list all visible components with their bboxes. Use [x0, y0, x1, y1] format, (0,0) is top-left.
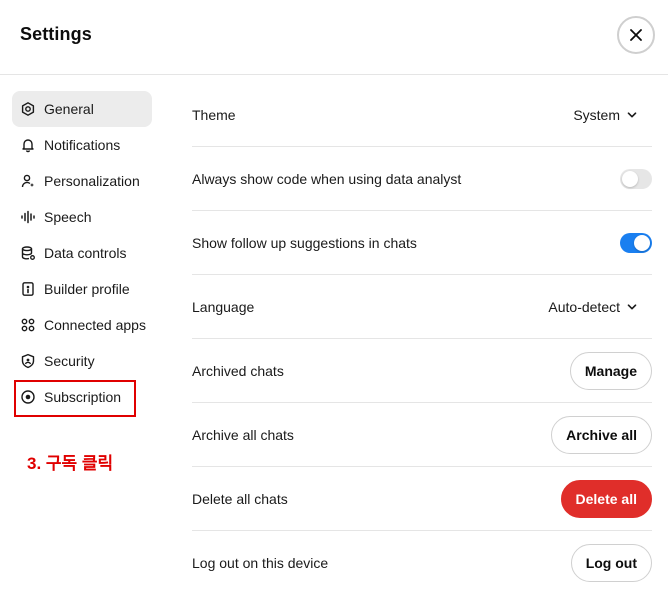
- sidebar-item-label: Subscription: [44, 389, 122, 405]
- sidebar-item-connected-apps[interactable]: Connected apps: [12, 307, 152, 343]
- archived-chats-row: Archived chats Manage: [192, 339, 652, 403]
- archive-all-label: Archive all chats: [192, 426, 294, 443]
- close-button[interactable]: [617, 16, 655, 54]
- database-icon: [20, 245, 36, 261]
- sidebar-item-label: Data controls: [44, 245, 127, 261]
- sidebar-item-general[interactable]: General: [12, 91, 152, 127]
- archive-all-button[interactable]: Archive all: [551, 415, 652, 454]
- theme-row: Theme System: [192, 83, 652, 147]
- bell-icon: [20, 137, 36, 153]
- language-value: Auto-detect: [548, 298, 620, 315]
- sidebar-item-label: Connected apps: [44, 317, 146, 333]
- delete-all-button[interactable]: Delete all: [560, 479, 652, 518]
- delete-all-row: Delete all chats Delete all: [192, 467, 652, 531]
- sidebar-item-subscription[interactable]: Subscription: [12, 379, 152, 415]
- toggle-knob: [634, 234, 650, 251]
- show-code-label: Always show code when using data analyst: [192, 170, 462, 187]
- page-title: Settings: [20, 24, 92, 44]
- logout-button[interactable]: Log out: [570, 544, 652, 582]
- follow-up-toggle[interactable]: [620, 232, 652, 253]
- toggle-knob: [622, 170, 638, 187]
- sidebar-item-speech[interactable]: Speech: [12, 199, 152, 235]
- manage-button[interactable]: Manage: [569, 351, 652, 390]
- close-icon: [630, 29, 642, 41]
- sidebar-item-label: Security: [44, 353, 95, 369]
- theme-value: System: [573, 106, 620, 123]
- sidebar-item-label: Notifications: [44, 137, 121, 153]
- theme-dropdown[interactable]: System: [573, 107, 652, 123]
- sidebar-item-personalization[interactable]: Personalization: [12, 163, 152, 199]
- theme-label: Theme: [192, 106, 236, 123]
- sidebar-item-builder-profile[interactable]: Builder profile: [12, 271, 152, 307]
- annotation-text: 3. 구독 클릭: [27, 454, 114, 473]
- sidebar-item-security[interactable]: Security: [12, 343, 152, 379]
- follow-up-row: Show follow up suggestions in chats: [192, 211, 652, 275]
- logout-label: Log out on this device: [192, 555, 329, 571]
- show-code-row: Always show code when using data analyst: [192, 147, 652, 211]
- delete-all-label: Delete all chats: [192, 490, 288, 507]
- general-settings-panel: Theme System Always show code when using…: [192, 83, 652, 595]
- shield-icon: [20, 353, 36, 369]
- logout-row: Log out on this device Log out: [192, 531, 652, 595]
- language-dropdown[interactable]: Auto-detect: [548, 299, 652, 315]
- gear-icon: [20, 101, 36, 117]
- chevron-down-icon: [627, 303, 637, 309]
- sidebar-item-label: General: [44, 101, 94, 117]
- archive-all-row: Archive all chats Archive all: [192, 403, 652, 467]
- id-card-icon: [20, 281, 36, 297]
- settings-header: Settings: [0, 0, 668, 75]
- sidebar-item-label: Personalization: [44, 173, 140, 189]
- show-code-toggle[interactable]: [620, 168, 652, 189]
- sidebar-item-data-controls[interactable]: Data controls: [12, 235, 152, 271]
- waveform-icon: [20, 209, 36, 225]
- subscription-icon: [20, 389, 36, 405]
- sidebar-item-label: Builder profile: [44, 281, 130, 297]
- person-icon: [20, 173, 36, 189]
- apps-icon: [20, 317, 36, 333]
- language-label: Language: [192, 298, 255, 315]
- sidebar-item-notifications[interactable]: Notifications: [12, 127, 152, 163]
- follow-up-label: Show follow up suggestions in chats: [192, 234, 417, 251]
- language-row: Language Auto-detect: [192, 275, 652, 339]
- sidebar-item-label: Speech: [44, 209, 92, 225]
- chevron-down-icon: [627, 111, 637, 117]
- settings-sidebar: General Notifications Personalization Sp…: [12, 91, 152, 415]
- archived-chats-label: Archived chats: [192, 362, 284, 379]
